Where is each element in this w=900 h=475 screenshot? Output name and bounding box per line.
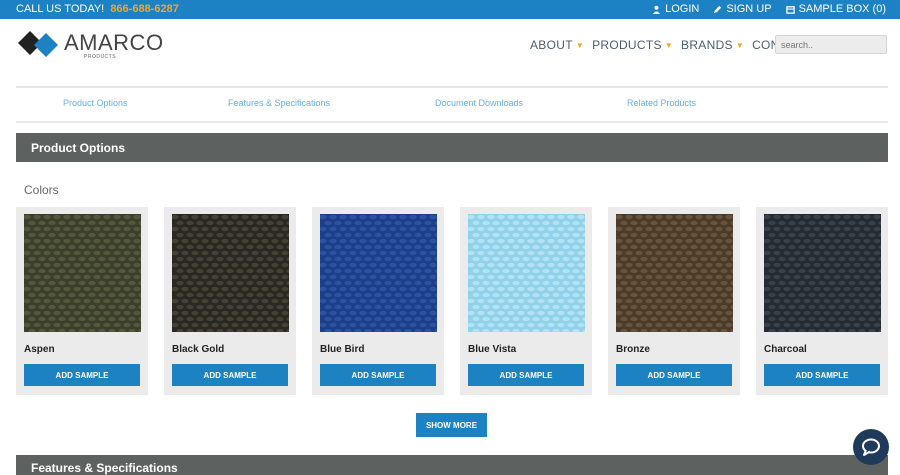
chevron-down-icon: ▼ (664, 40, 674, 50)
swatch-image (468, 214, 585, 332)
login-label: LOGIN (665, 3, 700, 15)
divider (16, 121, 888, 123)
section-title: Features & Specifications (31, 461, 178, 475)
add-sample-button[interactable]: ADD SAMPLE (172, 364, 288, 386)
colors-label: Colors (24, 183, 59, 197)
subnav-product-options[interactable]: Product Options (63, 98, 128, 108)
account-links: LOGIN SIGN UP SAMPLE BOX (0) (652, 3, 886, 15)
swatch-card: Black Gold ADD SAMPLE (164, 207, 296, 395)
signup-label: SIGN UP (726, 3, 772, 15)
swatch-name: Bronze (616, 344, 650, 355)
user-icon (653, 5, 661, 14)
add-sample-button[interactable]: ADD SAMPLE (764, 364, 880, 386)
swatch-name: Aspen (24, 344, 55, 355)
logo-mark-icon (18, 31, 58, 57)
chevron-down-icon: ▼ (735, 40, 745, 50)
swatch-name: Charcoal (764, 344, 807, 355)
divider (16, 86, 888, 88)
amarco-logo[interactable]: AMARCO PRODUCTS (18, 27, 163, 61)
signup-link[interactable]: SIGN UP (713, 3, 772, 15)
subnav-document-downloads[interactable]: Document Downloads (435, 98, 523, 108)
add-sample-button[interactable]: ADD SAMPLE (24, 364, 140, 386)
swatch-card: Aspen ADD SAMPLE (16, 207, 148, 395)
chat-button[interactable] (853, 429, 889, 465)
show-more-button[interactable]: SHOW MORE (416, 413, 487, 437)
call-label: CALL US TODAY! (16, 3, 105, 15)
chat-bubble-icon (862, 438, 880, 456)
call-us: CALL US TODAY! 866-688-6287 (16, 3, 179, 15)
logo-wordmark: AMARCO (64, 30, 164, 55)
swatch-name: Blue Bird (320, 344, 365, 355)
product-subnav: Product Options Features & Specification… (16, 98, 888, 112)
top-bar: CALL US TODAY! 866-688-6287 LOGIN SIGN U… (0, 0, 900, 19)
sample-box-link[interactable]: SAMPLE BOX (0) (785, 3, 886, 15)
nav-products-label: PRODUCTS (592, 38, 662, 52)
swatch-image (320, 214, 437, 332)
subnav-features-specs[interactable]: Features & Specifications (228, 98, 330, 108)
swatch-card: Charcoal ADD SAMPLE (756, 207, 888, 395)
add-sample-button[interactable]: ADD SAMPLE (616, 364, 732, 386)
swatch-grid: Aspen ADD SAMPLE Black Gold ADD SAMPLE B… (16, 207, 888, 395)
swatch-card: Blue Bird ADD SAMPLE (312, 207, 444, 395)
sample-box-label: SAMPLE BOX (0) (798, 3, 886, 15)
swatch-card: Bronze ADD SAMPLE (608, 207, 740, 395)
swatch-image (616, 214, 733, 332)
logo-subtext: PRODUCTS (84, 54, 117, 60)
chevron-down-icon: ▼ (575, 40, 585, 50)
swatch-card: Blue Vista ADD SAMPLE (460, 207, 592, 395)
nav-brands-label: BRANDS (681, 38, 733, 52)
swatch-image (24, 214, 141, 332)
pencil-icon (714, 5, 722, 13)
swatch-image (172, 214, 289, 332)
swatch-name: Blue Vista (468, 344, 517, 355)
main-nav: ABOUT ▼ PRODUCTS ▼ BRANDS ▼ CONTACT (530, 38, 811, 52)
nav-about[interactable]: ABOUT ▼ (530, 38, 584, 52)
nav-brands[interactable]: BRANDS ▼ (681, 38, 744, 52)
login-link[interactable]: LOGIN (652, 3, 699, 15)
search-input[interactable] (775, 35, 887, 54)
nav-products[interactable]: PRODUCTS ▼ (592, 38, 673, 52)
add-sample-button[interactable]: ADD SAMPLE (320, 364, 436, 386)
phone-number[interactable]: 866-688-6287 (110, 3, 179, 15)
swatch-image (764, 214, 881, 332)
add-sample-button[interactable]: ADD SAMPLE (468, 364, 584, 386)
nav-about-label: ABOUT (530, 38, 573, 52)
section-title: Product Options (31, 141, 125, 155)
swatch-name: Black Gold (172, 344, 225, 355)
subnav-related-products[interactable]: Related Products (627, 98, 696, 108)
section-header-product-options: Product Options (16, 133, 888, 162)
box-icon (785, 5, 795, 14)
section-header-features-specs: Features & Specifications (16, 455, 888, 475)
